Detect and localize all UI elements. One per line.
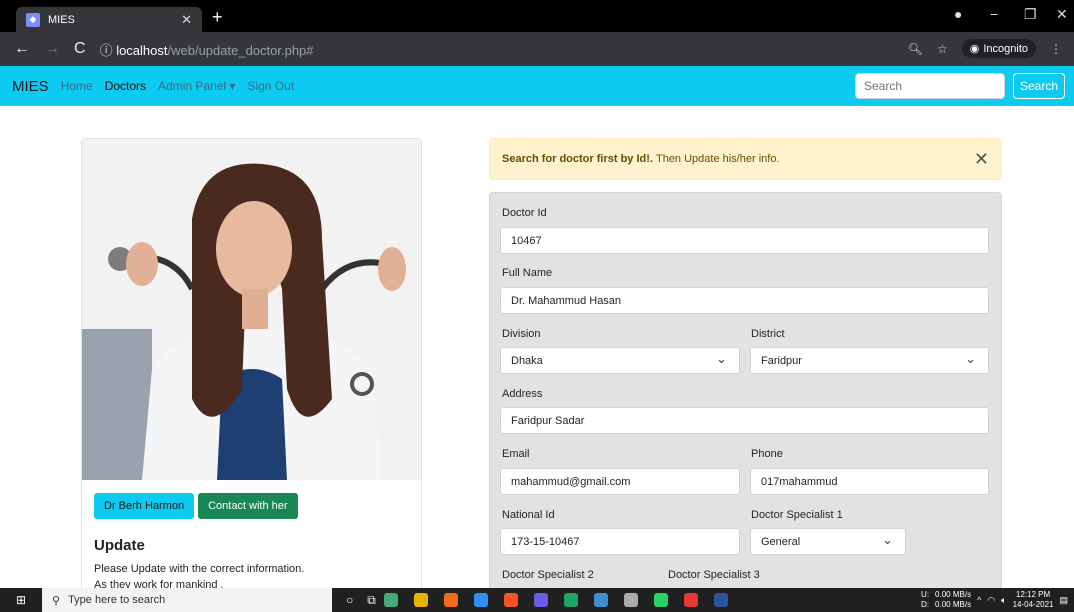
address-label: Address: [502, 388, 543, 400]
contact-button[interactable]: Contact with her: [198, 493, 298, 519]
card-title: Update: [94, 537, 145, 554]
close-window-icon[interactable]: ✕: [1056, 6, 1068, 23]
full-name-label: Full Name: [502, 267, 553, 279]
doctor-id-label: Doctor Id: [502, 207, 547, 219]
incognito-badge[interactable]: ◉ Incognito: [961, 39, 1036, 58]
profile-icon[interactable]: ●: [954, 6, 962, 22]
update-doctor-form: Doctor Id 10467 Full Name Dr. Mahammud H…: [489, 192, 1002, 602]
full-name-input[interactable]: Dr. Mahammud Hasan: [500, 287, 989, 314]
menu-icon[interactable]: ⋮: [1050, 42, 1062, 56]
address-input[interactable]: Faridpur Sadar: [500, 407, 989, 434]
windows-start-icon[interactable]: ⊞: [0, 593, 42, 607]
email-input[interactable]: mahammud@gmail.com: [500, 468, 740, 495]
tray-chevron-icon[interactable]: ^: [977, 595, 981, 605]
reload-icon[interactable]: C: [74, 40, 86, 58]
national-id-label: National Id: [502, 509, 555, 521]
nav-admin-panel-dropdown[interactable]: Admin Panel ▾: [158, 79, 235, 93]
url-field[interactable]: ⓘ localhost/web/update_doctor.php#: [100, 40, 314, 59]
alert-text: Then Update his/her info.: [655, 153, 780, 165]
forward-icon[interactable]: →: [44, 40, 60, 58]
url-path: /web/update_doctor.php#: [167, 42, 314, 58]
doctor-card: Dr Berh Harmon Contact with her Update P…: [81, 138, 422, 593]
new-tab-icon[interactable]: +: [212, 7, 223, 28]
close-alert-icon[interactable]: ✕: [974, 149, 989, 170]
close-tab-icon[interactable]: ✕: [181, 12, 192, 28]
doctor-name-button[interactable]: Dr Berh Harmon: [94, 493, 195, 519]
task-view-icon[interactable]: ⧉: [367, 593, 376, 608]
site-favicon-icon: ◆: [26, 12, 40, 27]
nav-sign-out[interactable]: Sign Out: [247, 79, 294, 93]
phone-input[interactable]: 017mahammud: [750, 468, 989, 495]
drive-d: D:: [921, 600, 930, 609]
incognito-icon: ◉: [969, 43, 980, 55]
back-icon[interactable]: ←: [14, 40, 30, 58]
browser-tab[interactable]: ◆ MIES ✕: [16, 7, 202, 32]
net-down: 0.00 MB/s: [935, 600, 972, 609]
division-select[interactable]: Dhaka: [500, 347, 740, 374]
alert-bold-text: Search for doctor first by Id!.: [502, 153, 653, 165]
app-explorer-icon[interactable]: [413, 593, 428, 607]
specialist-1-select[interactable]: General: [750, 528, 906, 555]
clock-date: 14-04-2021: [1012, 600, 1054, 609]
taskbar-search[interactable]: ⚲ Type here to search: [42, 588, 332, 612]
specialist-1-label: Doctor Specialist 1: [751, 509, 843, 521]
nav-doctors[interactable]: Doctors: [105, 79, 146, 93]
app-navbar: MIES Home Doctors Admin Panel ▾ Sign Out…: [0, 66, 1074, 106]
app-chrome-icon[interactable]: [383, 593, 398, 607]
zoom-icon[interactable]: 🔍︎: [908, 42, 923, 56]
division-value: Dhaka: [511, 354, 543, 367]
app-chrome2-icon[interactable]: [563, 593, 578, 607]
specialist-1-value: General: [761, 535, 801, 548]
volume-icon[interactable]: 🔈︎: [1001, 595, 1006, 606]
warning-alert: Search for doctor first by Id!. Then Upd…: [489, 138, 1002, 180]
incognito-label: Incognito: [983, 42, 1028, 55]
specialist-3-label: Doctor Specialist 3: [668, 569, 760, 581]
phone-label: Phone: [751, 448, 783, 460]
division-label: Division: [502, 328, 541, 340]
tab-title: MIES: [48, 13, 75, 26]
search-button[interactable]: Search: [1013, 73, 1065, 99]
minimize-icon[interactable]: −: [990, 6, 998, 22]
clock[interactable]: 12:12 PM 14-04-2021: [1013, 590, 1054, 610]
os-taskbar: ⊞ ⚲ Type here to search ○ ⧉ U: D: 0.00 MB/…: [0, 588, 1074, 612]
restore-icon[interactable]: ❐: [1024, 6, 1037, 23]
system-tray: U: D: 0.00 MB/s 0.00 MB/s ^ ◠ 🔈︎ 12:12 PM 1…: [921, 590, 1068, 610]
email-label: Email: [502, 448, 530, 460]
app-messenger-icon[interactable]: [533, 593, 548, 607]
card-text-line-1: Please Update with the correct informati…: [94, 563, 305, 575]
app-word-icon[interactable]: [713, 593, 728, 607]
wifi-icon[interactable]: ◠: [987, 595, 995, 606]
app-vscode-icon[interactable]: [473, 593, 488, 607]
national-id-input[interactable]: 173-15-10467: [500, 528, 740, 555]
app-store-icon[interactable]: [503, 593, 518, 607]
notification-icon[interactable]: ▤: [1059, 595, 1068, 606]
bookmark-star-icon[interactable]: ☆: [937, 42, 948, 56]
browser-tab-bar: ◆ MIES ✕ + ● − ❐ ✕: [0, 0, 1074, 32]
cortana-icon[interactable]: ○: [346, 593, 353, 607]
taskbar-search-text: Type here to search: [68, 594, 166, 606]
nav-home[interactable]: Home: [61, 79, 93, 93]
district-value: Faridpur: [761, 354, 802, 367]
app-xampp-icon[interactable]: [683, 593, 698, 607]
doctor-photo: [82, 139, 421, 480]
net-up: 0.00 MB/s: [935, 590, 972, 599]
doctor-id-input[interactable]: 10467: [500, 227, 989, 254]
district-label: District: [751, 328, 785, 340]
app-sublime-icon[interactable]: [443, 593, 458, 607]
search-input[interactable]: [855, 73, 1005, 99]
drive-u: U:: [921, 590, 930, 599]
url-host: localhost: [116, 42, 168, 58]
brand-logo[interactable]: MIES: [12, 78, 49, 95]
search-icon: ⚲: [52, 594, 61, 607]
info-icon: ⓘ: [99, 42, 117, 58]
clock-time: 12:12 PM: [1015, 590, 1051, 599]
app-telegram-icon[interactable]: [593, 593, 608, 607]
app-whatsapp-icon[interactable]: [653, 593, 668, 607]
address-bar: ← → C ⓘ localhost/web/update_doctor.php#…: [0, 32, 1074, 66]
app-misc-icon[interactable]: [623, 593, 638, 607]
specialist-2-label: Doctor Specialist 2: [502, 569, 594, 581]
district-select[interactable]: Faridpur: [750, 347, 989, 374]
